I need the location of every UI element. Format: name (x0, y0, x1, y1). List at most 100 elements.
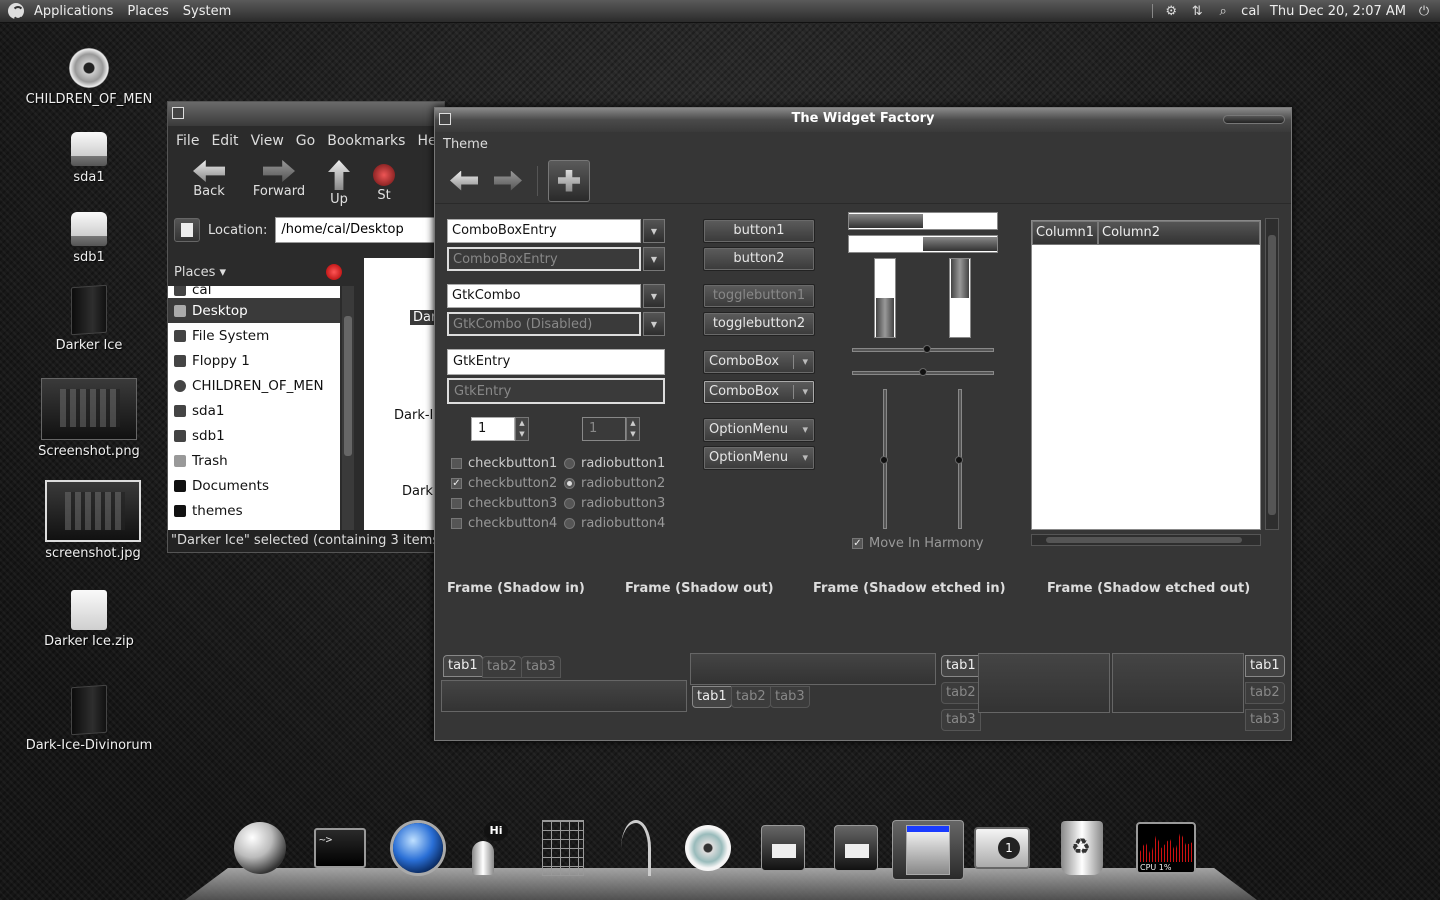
file-manager-titlebar[interactable] (168, 102, 444, 126)
desktop-icon-screenshot-png[interactable]: Screenshot.png (24, 378, 154, 459)
place-item-desktop[interactable]: Desktop (168, 298, 340, 323)
dropdown-arrow-icon[interactable]: ▼ (643, 284, 665, 308)
places-menu[interactable]: Places (127, 4, 168, 19)
place-item-trash[interactable]: Trash (168, 448, 340, 473)
desktop-icon-darker-ice[interactable]: Darker Ice (24, 284, 154, 353)
spin-arrows-icon[interactable]: ▲ ▼ (515, 417, 529, 441)
hscale-1[interactable] (852, 345, 994, 353)
dock-app-launcher[interactable] (230, 818, 290, 878)
gnome-foot-icon[interactable] (8, 3, 24, 20)
move-in-harmony-check[interactable]: ✓ Move In Harmony (852, 536, 984, 551)
radio-icon[interactable] (564, 458, 575, 469)
gtk-combo[interactable]: GtkCombo ▼ (447, 284, 665, 308)
menu-theme[interactable]: Theme (443, 137, 488, 152)
radiobutton2[interactable]: radiobutton2 (564, 476, 665, 491)
notebook4-tab2[interactable]: tab2 (1245, 682, 1285, 704)
combobox-button[interactable]: ComboBox (703, 350, 815, 374)
search-icon[interactable]: ⌕ (1215, 3, 1231, 19)
dock-media[interactable] (678, 818, 738, 878)
notebook3-tab2[interactable]: tab2 (941, 682, 981, 704)
power-icon[interactable]: ⏻ (1416, 3, 1432, 19)
menu-file[interactable]: File (176, 133, 199, 149)
gear-icon[interactable]: ⚙ (1163, 3, 1179, 19)
button1[interactable]: button1 (703, 219, 815, 243)
dock-chat[interactable]: Hi (458, 818, 518, 878)
scroll-thumb[interactable] (1046, 537, 1242, 543)
spin-value[interactable]: 1 (471, 417, 515, 441)
spin-button[interactable]: 1 ▲ ▼ (471, 417, 529, 441)
radiobutton3[interactable]: radiobutton3 (564, 496, 665, 511)
dock-workspace[interactable]: 1 (972, 818, 1032, 878)
notebook2-tab2[interactable]: tab2 (731, 686, 771, 708)
network-icon[interactable]: ⇅ (1189, 3, 1205, 19)
dock-browser[interactable] (388, 818, 448, 878)
dock-files-2[interactable] (826, 818, 886, 878)
gtk-entry[interactable]: GtkEntry (447, 349, 665, 375)
slider-knob[interactable] (955, 456, 963, 464)
dock-terminal[interactable]: ~> (310, 818, 370, 878)
optionmenu-2[interactable]: OptionMenu (703, 446, 815, 470)
user-name[interactable]: cal (1241, 4, 1260, 19)
menu-edit[interactable]: Edit (211, 133, 238, 149)
desktop-icon-children-of-men[interactable]: CHILDREN_OF_MEN (24, 48, 154, 107)
radiobutton1[interactable]: radiobutton1 (564, 456, 665, 471)
places-scrollbar[interactable] (342, 286, 354, 532)
place-item-cal[interactable]: cal (168, 286, 340, 298)
checkbox-checked-icon[interactable]: ✓ (451, 478, 462, 489)
place-item-file-system[interactable]: File System (168, 323, 340, 348)
combobox-button-focused[interactable]: ComboBox (703, 380, 815, 404)
vertical-scrollbar[interactable] (1265, 218, 1279, 530)
notebook1-tab2[interactable]: tab2 (482, 656, 522, 678)
vscale-1[interactable] (880, 389, 888, 529)
notebook3-tab3[interactable]: tab3 (941, 709, 981, 731)
first-button[interactable] (445, 164, 483, 198)
place-item-documents[interactable]: Documents (168, 473, 340, 498)
stop-button[interactable]: St (364, 156, 404, 212)
dock-files-1[interactable] (753, 818, 813, 878)
place-item-sda1[interactable]: sda1 (168, 398, 340, 423)
place-item-sdb1[interactable]: sdb1 (168, 423, 340, 448)
desktop-icon-sdb1[interactable]: sdb1 (24, 212, 154, 265)
vscale-2[interactable] (955, 389, 963, 529)
dock-pen[interactable] (606, 818, 666, 878)
checkbutton2[interactable]: ✓ checkbutton2 (451, 476, 557, 491)
slider-knob[interactable] (923, 345, 931, 353)
hscale-2[interactable] (852, 368, 994, 376)
dock-calculator[interactable] (533, 818, 593, 878)
desktop-icon-dark-ice-divinorum[interactable]: Dark-Ice-Divinorum (24, 684, 154, 753)
combobox-entry-field[interactable]: ComboBoxEntry (447, 219, 641, 243)
notebook2-tab1[interactable]: tab1 (692, 686, 732, 708)
horizontal-scrollbar[interactable] (1031, 534, 1261, 546)
optionmenu[interactable]: OptionMenu (703, 418, 815, 442)
togglebutton1[interactable]: togglebutton1 (703, 284, 815, 308)
notebook4-tab3[interactable]: tab3 (1245, 709, 1285, 731)
slider-knob[interactable] (919, 368, 927, 376)
button2[interactable]: button2 (703, 247, 815, 271)
dock-trash[interactable] (1052, 818, 1112, 878)
checkbutton1[interactable]: checkbutton1 (451, 456, 557, 471)
notebook4-tab1[interactable]: tab1 (1245, 655, 1285, 677)
dropdown-arrow-icon[interactable]: ▼ (643, 219, 665, 243)
menu-view[interactable]: View (251, 133, 284, 149)
window-menu-icon[interactable] (172, 107, 184, 119)
window-menu-icon[interactable] (439, 113, 451, 125)
checkbox-icon[interactable] (451, 518, 462, 529)
places-selector[interactable]: Places ▾ (168, 258, 344, 286)
radio-icon[interactable] (564, 498, 575, 509)
checkbox-icon[interactable] (451, 458, 462, 469)
location-input[interactable]: /home/cal/Desktop (275, 217, 436, 243)
column-header-1[interactable]: Column1 (1032, 221, 1098, 245)
radio-selected-icon[interactable] (564, 478, 575, 489)
desktop-icon-darker-ice-zip[interactable]: Darker Ice.zip (24, 590, 154, 649)
gtk-combo-field[interactable]: GtkCombo (447, 284, 641, 308)
last-button[interactable] (489, 164, 527, 198)
back-button[interactable]: Back (174, 156, 244, 212)
radio-icon[interactable] (564, 518, 575, 529)
checkbox-icon[interactable] (451, 498, 462, 509)
forward-button[interactable]: Forward (244, 156, 314, 212)
desktop-icon-screenshot-jpg[interactable]: screenshot.jpg (28, 480, 158, 561)
applications-menu[interactable]: Applications (34, 4, 113, 19)
scroll-thumb[interactable] (1268, 235, 1276, 515)
menu-go[interactable]: Go (296, 133, 315, 149)
combobox-entry[interactable]: ComboBoxEntry ▼ (447, 219, 665, 243)
